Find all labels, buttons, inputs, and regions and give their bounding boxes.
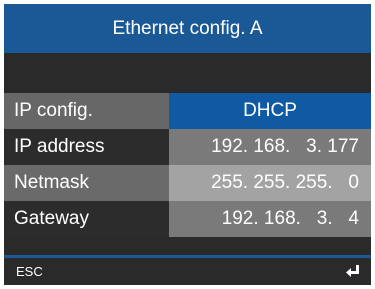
row-ip-config[interactable]: IP config. DHCP bbox=[4, 93, 371, 129]
ip-config-label: IP config. bbox=[4, 93, 169, 129]
row-ip-address[interactable]: IP address 192. 168. 3. 177 bbox=[4, 129, 371, 165]
netmask-label: Netmask bbox=[4, 165, 169, 201]
row-gateway[interactable]: Gateway 192. 168. 3. 4 bbox=[4, 201, 371, 237]
netmask-value[interactable]: 255. 255. 255. 0 bbox=[169, 165, 371, 201]
ip-config-value[interactable]: DHCP bbox=[169, 93, 371, 129]
screen-title: Ethernet config. A bbox=[4, 4, 371, 53]
gateway-value[interactable]: 192. 168. 3. 4 bbox=[169, 201, 371, 237]
gateway-label: Gateway bbox=[4, 201, 169, 237]
row-netmask[interactable]: Netmask 255. 255. 255. 0 bbox=[4, 165, 371, 201]
esc-button[interactable]: ESC bbox=[16, 258, 43, 285]
ethernet-config-screen: Ethernet config. A IP config. DHCP IP ad… bbox=[4, 4, 371, 285]
spacer bbox=[4, 53, 371, 93]
ip-address-label: IP address bbox=[4, 129, 169, 165]
enter-return-icon[interactable] bbox=[345, 264, 361, 278]
ip-address-value[interactable]: 192. 168. 3. 177 bbox=[169, 129, 371, 165]
footer-bar: ESC bbox=[4, 258, 371, 285]
